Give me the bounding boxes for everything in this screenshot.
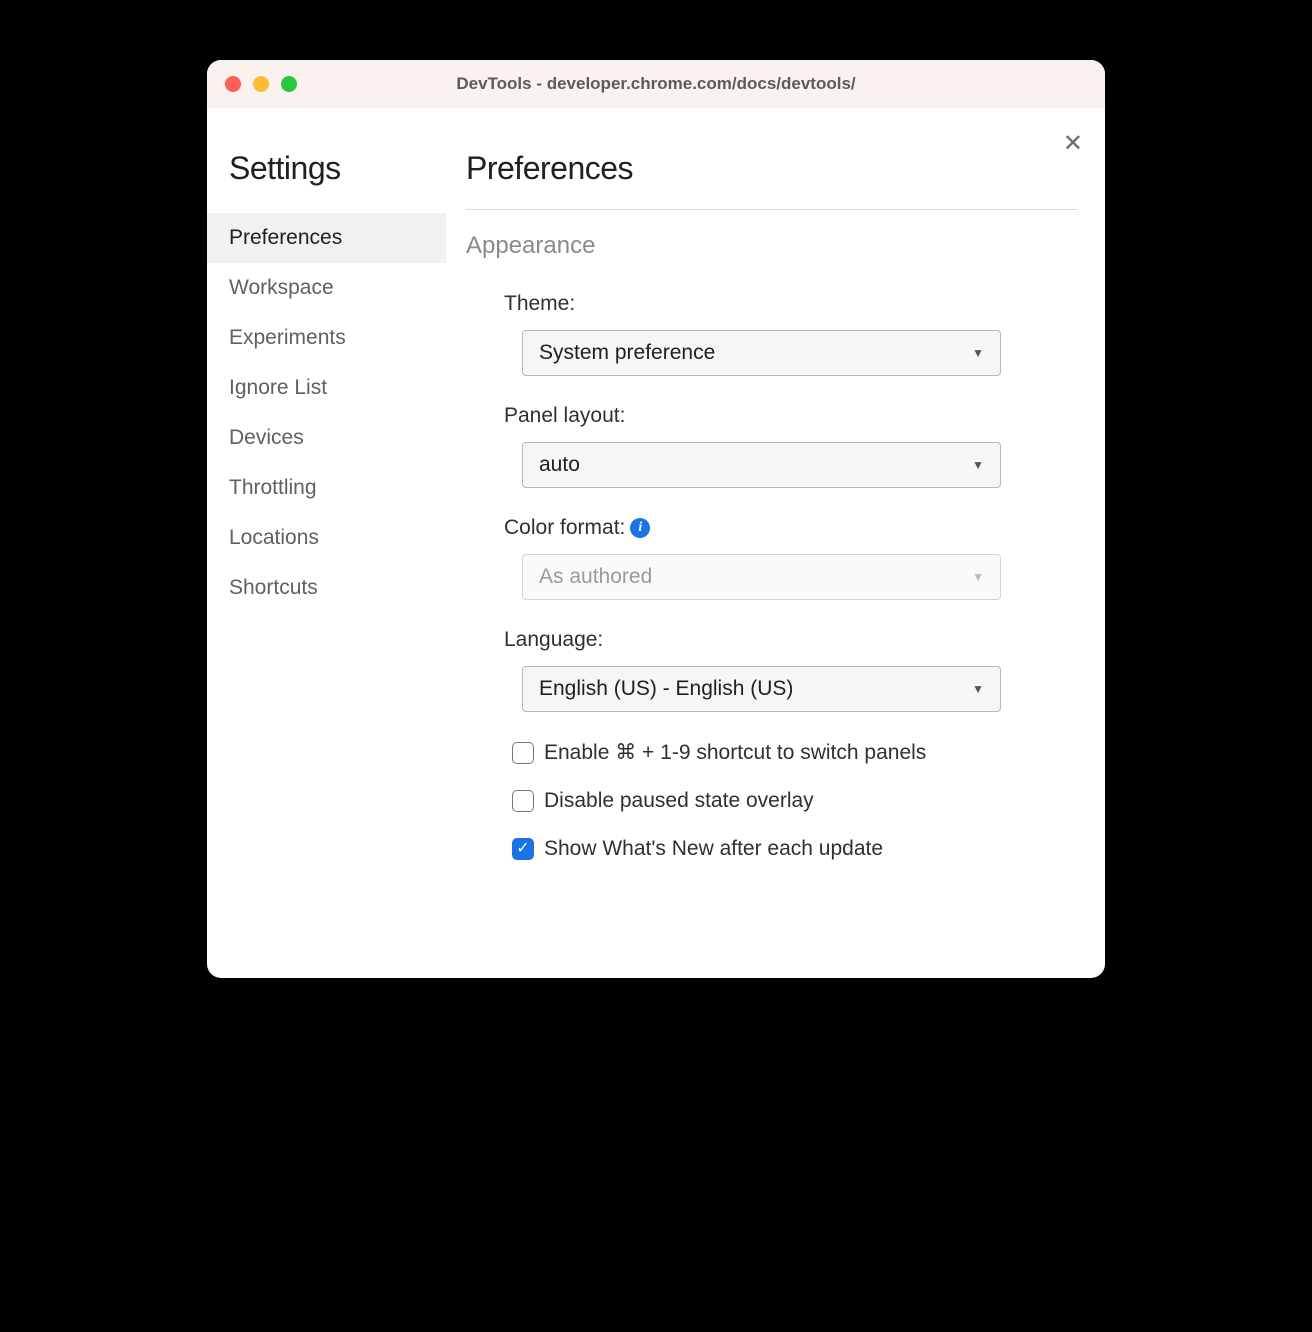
titlebar: DevTools - developer.chrome.com/docs/dev…: [207, 60, 1105, 108]
info-icon[interactable]: i: [630, 518, 650, 538]
checkbox-label: Disable paused state overlay: [544, 789, 814, 813]
minimize-window-button[interactable]: [253, 76, 269, 92]
window-controls: [225, 76, 297, 92]
sidebar-item-workspace[interactable]: Workspace: [207, 263, 446, 313]
sidebar-item-label: Preferences: [229, 226, 342, 249]
chevron-down-icon: ▼: [972, 458, 984, 472]
language-select[interactable]: English (US) - English (US) ▼: [522, 666, 1001, 712]
panel-layout-select[interactable]: auto ▼: [522, 442, 1001, 488]
color-format-select: As authored ▼: [522, 554, 1001, 600]
sidebar-item-shortcuts[interactable]: Shortcuts: [207, 563, 446, 613]
window-title: DevTools - developer.chrome.com/docs/dev…: [207, 74, 1105, 94]
theme-label: Theme:: [504, 292, 1077, 316]
sidebar: Settings Preferences Workspace Experimen…: [207, 108, 446, 978]
settings-window: DevTools - developer.chrome.com/docs/dev…: [207, 60, 1105, 978]
checkbox-label: Enable ⌘ + 1-9 shortcut to switch panels: [544, 740, 926, 765]
theme-value: System preference: [539, 341, 715, 365]
sidebar-item-locations[interactable]: Locations: [207, 513, 446, 563]
section-appearance: Appearance: [466, 232, 1077, 260]
field-color-format: Color format: i As authored ▼: [504, 516, 1077, 600]
panel-layout-value: auto: [539, 453, 580, 477]
checkbox-input[interactable]: [512, 790, 534, 812]
field-theme: Theme: System preference ▼: [504, 292, 1077, 376]
check-icon: ✓: [516, 841, 529, 857]
checkbox-disable-overlay[interactable]: Disable paused state overlay: [512, 789, 1077, 813]
sidebar-title: Settings: [207, 150, 446, 187]
checkbox-label: Show What's New after each update: [544, 837, 883, 861]
sidebar-item-throttling[interactable]: Throttling: [207, 463, 446, 513]
sidebar-item-label: Shortcuts: [229, 576, 318, 599]
sidebar-item-label: Experiments: [229, 326, 346, 349]
color-format-label: Color format: i: [504, 516, 1077, 540]
chevron-down-icon: ▼: [972, 570, 984, 584]
sidebar-item-ignore-list[interactable]: Ignore List: [207, 363, 446, 413]
panel-layout-label: Panel layout:: [504, 404, 1077, 428]
checkbox-input[interactable]: ✓: [512, 838, 534, 860]
field-panel-layout: Panel layout: auto ▼: [504, 404, 1077, 488]
chevron-down-icon: ▼: [972, 682, 984, 696]
sidebar-item-label: Locations: [229, 526, 319, 549]
sidebar-item-devices[interactable]: Devices: [207, 413, 446, 463]
language-label: Language:: [504, 628, 1077, 652]
page-title: Preferences: [466, 150, 1077, 210]
chevron-down-icon: ▼: [972, 346, 984, 360]
sidebar-item-label: Ignore List: [229, 376, 327, 399]
field-language: Language: English (US) - English (US) ▼: [504, 628, 1077, 712]
checkbox-whats-new[interactable]: ✓ Show What's New after each update: [512, 837, 1077, 861]
language-value: English (US) - English (US): [539, 677, 793, 701]
close-window-button[interactable]: [225, 76, 241, 92]
sidebar-item-label: Workspace: [229, 276, 334, 299]
color-format-value: As authored: [539, 565, 652, 589]
checkbox-input[interactable]: [512, 742, 534, 764]
sidebar-item-experiments[interactable]: Experiments: [207, 313, 446, 363]
sidebar-item-preferences[interactable]: Preferences: [207, 213, 446, 263]
close-icon[interactable]: ✕: [1063, 132, 1083, 156]
main-panel: Preferences Appearance Theme: System pre…: [446, 108, 1105, 978]
maximize-window-button[interactable]: [281, 76, 297, 92]
sidebar-item-label: Throttling: [229, 476, 317, 499]
content-area: ✕ Settings Preferences Workspace Experim…: [207, 108, 1105, 978]
theme-select[interactable]: System preference ▼: [522, 330, 1001, 376]
sidebar-item-label: Devices: [229, 426, 304, 449]
checkbox-enable-shortcut[interactable]: Enable ⌘ + 1-9 shortcut to switch panels: [512, 740, 1077, 765]
